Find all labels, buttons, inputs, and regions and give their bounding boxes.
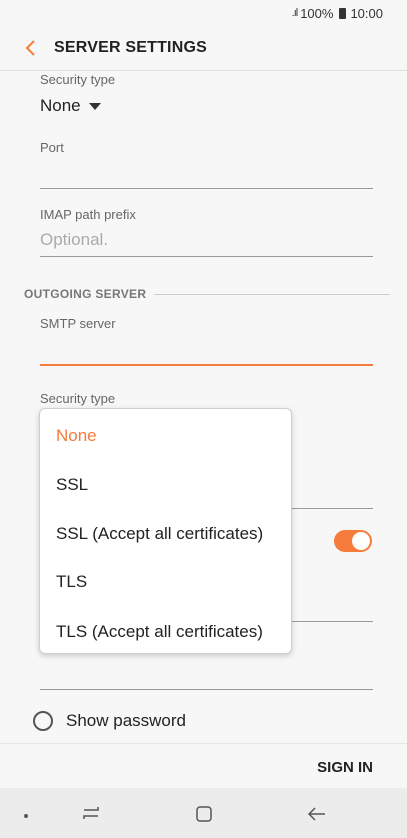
battery-percent: 100%	[300, 5, 334, 21]
smtp-server-underline	[40, 364, 373, 366]
home-icon[interactable]	[196, 806, 212, 827]
show-password-label: Show password	[66, 711, 187, 730]
security-type-dropdown: None SSL SSL (Accept all certificates) T…	[39, 408, 292, 654]
dropdown-option-ssl[interactable]: SSL	[56, 475, 88, 495]
outgoing-server-label: OUTGOING SERVER	[24, 287, 147, 301]
show-password-checkbox[interactable]	[33, 711, 53, 731]
port-label: Port	[40, 140, 64, 155]
screen: .ıl 100% 10:00 SERVER SETTINGS Security …	[0, 0, 407, 838]
clock: 10:00	[350, 5, 383, 21]
toggle-knob	[352, 532, 370, 550]
recent-apps-icon[interactable]	[82, 805, 100, 826]
back-arrow-icon[interactable]	[307, 807, 326, 826]
section-divider	[154, 293, 390, 295]
imap-path-label: IMAP path prefix	[40, 207, 136, 222]
signal-icon: .ıl	[291, 7, 298, 19]
dropdown-option-none[interactable]: None	[56, 426, 97, 446]
imap-path-input[interactable]: Optional.	[40, 230, 108, 250]
incoming-security-select[interactable]: None	[40, 96, 101, 116]
outgoing-security-label: Security type	[40, 391, 116, 406]
port-input[interactable]	[40, 164, 373, 186]
status-bar: .ıl 100% 10:00	[0, 0, 407, 26]
dropdown-option-ssl-accept-all[interactable]: SSL (Accept all certificates)	[56, 524, 263, 544]
authentication-toggle[interactable]	[334, 530, 372, 552]
smtp-server-label: SMTP server	[40, 316, 116, 331]
dropdown-option-tls[interactable]: TLS	[56, 572, 87, 592]
app-header: SERVER SETTINGS	[0, 26, 407, 71]
incoming-security-value: None	[40, 96, 81, 115]
navigation-bar	[0, 788, 407, 838]
outgoing-server-header: OUTGOING SERVER	[24, 287, 390, 301]
caret-down-icon	[88, 103, 101, 111]
nav-dot-icon	[24, 814, 28, 818]
imap-path-underline	[40, 256, 373, 257]
smtp-server-input[interactable]	[40, 338, 373, 360]
chevron-left-icon[interactable]	[18, 36, 42, 60]
action-bar: SIGN IN	[0, 743, 407, 788]
page-title: SERVER SETTINGS	[54, 39, 207, 56]
field-underline	[292, 621, 373, 622]
field-underline	[292, 508, 373, 509]
dropdown-option-tls-accept-all[interactable]: TLS (Accept all certificates)	[56, 622, 263, 642]
password-underline	[40, 689, 373, 690]
battery-icon	[339, 7, 347, 19]
port-underline	[40, 188, 373, 189]
incoming-security-label: Security type	[40, 72, 116, 87]
sign-in-button[interactable]: SIGN IN	[317, 759, 373, 776]
